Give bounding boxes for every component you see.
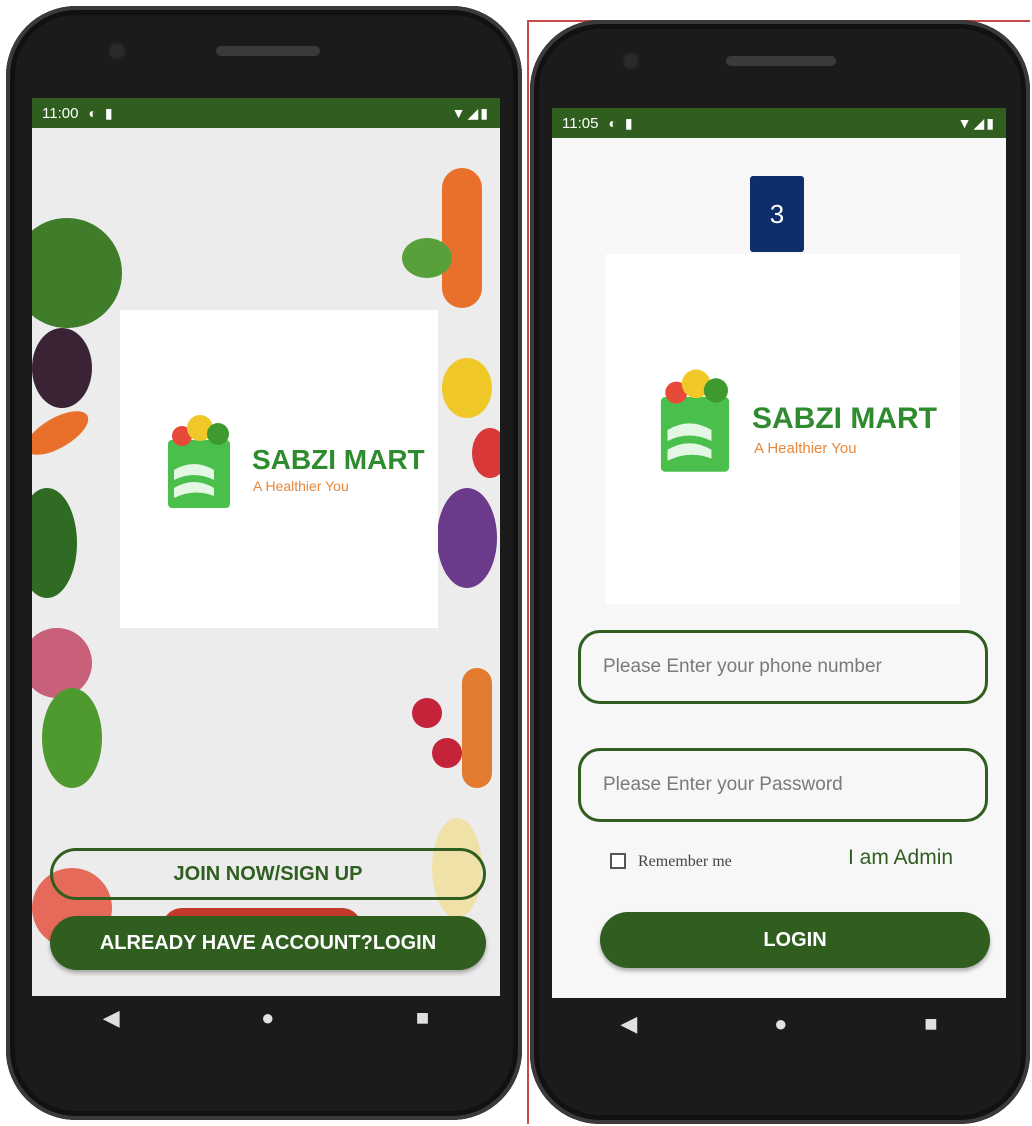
logo-title: SABZI MART: [752, 402, 937, 435]
status-bar: 11:00 ◐ ▮ ▼◢▮: [32, 98, 500, 128]
front-camera: [110, 44, 124, 58]
login-screen: 11:05 ◐ ▮ ▼◢▮ 3 SABZI MART A Healthier Y…: [552, 108, 1006, 998]
status-time: 11:00: [42, 104, 79, 122]
potato-image: [32, 628, 92, 698]
join-now-signup-button[interactable]: JOIN NOW/SIGN UP: [50, 848, 486, 900]
back-icon[interactable]: ◀: [103, 1005, 120, 1031]
count-badge: 3: [750, 176, 804, 252]
spinach-image: [32, 218, 122, 328]
logo-tagline: A Healthier You: [754, 440, 857, 457]
logo-tagline: A Healthier You: [253, 478, 349, 494]
strawberry-image: [472, 428, 500, 478]
status-time: 11:05: [562, 114, 599, 132]
remember-me-label: Remember me: [638, 853, 732, 870]
carrot-image: [32, 402, 95, 464]
carrot-right-image: [442, 168, 482, 308]
cucumber-image: [32, 488, 77, 598]
login-button[interactable]: LOGIN: [600, 912, 990, 968]
raspberry-image: [412, 698, 442, 728]
app-logo: SABZI MART A Healthier You: [120, 310, 438, 628]
peas-image: [42, 688, 102, 788]
sim-card-icon: ▮: [624, 114, 633, 131]
phone-frame-welcome: 11:00 ◐ ▮ ▼◢▮ SABZI MART A Healthier You…: [6, 6, 522, 1120]
back-icon[interactable]: ◀: [620, 1011, 637, 1037]
password-field[interactable]: [578, 748, 988, 822]
pepper-green-image: [402, 238, 452, 278]
sim-card-icon: ▮: [104, 104, 113, 121]
app-logo: SABZI MART A Healthier You: [606, 254, 960, 604]
password-input[interactable]: [601, 773, 985, 797]
earpiece-speaker: [216, 46, 320, 56]
eggplant-image: [32, 328, 92, 408]
recents-icon[interactable]: ■: [924, 1011, 937, 1037]
phone-frame-login: 11:05 ◐ ▮ ▼◢▮ 3 SABZI MART A Healthier Y…: [530, 20, 1030, 1124]
grocery-bag-icon: [660, 369, 730, 472]
wifi-signal-battery-icon: ▼◢▮: [451, 104, 490, 121]
already-have-account-login-button[interactable]: ALREADY HAVE ACCOUNT?LOGIN: [50, 916, 486, 970]
recents-icon[interactable]: ■: [416, 1005, 429, 1031]
home-icon[interactable]: ●: [261, 1005, 274, 1031]
home-icon[interactable]: ●: [774, 1011, 787, 1037]
pepper-yellow-image: [442, 358, 492, 418]
status-bar: 11:05 ◐ ▮ ▼◢▮: [552, 108, 1006, 138]
i-am-admin-link[interactable]: I am Admin: [848, 846, 953, 870]
android-nav-bar: ◀ ● ■: [32, 996, 500, 1040]
phone-number-field[interactable]: [578, 630, 988, 704]
grocery-bag-icon: [168, 415, 230, 508]
phone-number-input[interactable]: [601, 655, 985, 679]
remember-me-checkbox[interactable]: [610, 853, 626, 869]
wifi-signal-battery-icon: ▼◢▮: [957, 114, 996, 131]
data-saver-icon: ◐: [608, 115, 617, 131]
earpiece-speaker: [726, 56, 836, 66]
raspberry-image: [432, 738, 462, 768]
cabbage-image: [437, 488, 497, 588]
welcome-screen: 11:00 ◐ ▮ ▼◢▮ SABZI MART A Healthier You…: [32, 98, 500, 996]
data-saver-icon: ◐: [88, 105, 97, 121]
carrot-right-lower-image: [462, 668, 492, 788]
front-camera: [624, 54, 638, 68]
android-nav-bar: ◀ ● ■: [552, 1002, 1006, 1046]
logo-title: SABZI MART: [252, 444, 425, 475]
